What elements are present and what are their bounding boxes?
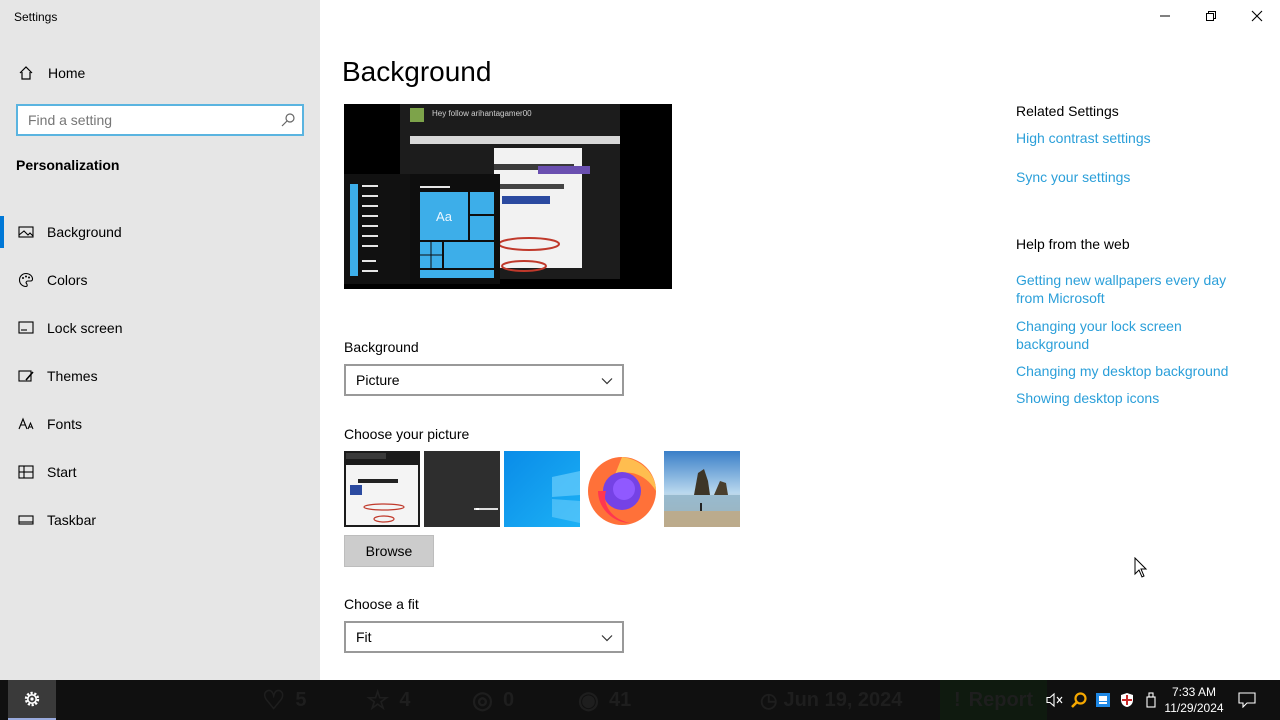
picture-thumbnails [344,451,740,527]
taskbar-icon [18,512,34,528]
home-icon [18,65,34,81]
sidebar-item-label: Fonts [47,416,83,432]
notification-center-icon[interactable] [1236,680,1258,720]
search-icon[interactable] [280,112,296,128]
background-report-button: ! Report [940,680,1048,720]
sidebar-item-start[interactable]: Start [0,448,320,496]
preview-tile-text: Aa [436,209,453,224]
close-button[interactable] [1234,0,1280,32]
sidebar-item-label: Lock screen [47,320,123,336]
choose-picture-label: Choose your picture [344,426,470,442]
security-shield-icon[interactable] [1116,680,1138,720]
picture-thumbnail-windows[interactable] [504,451,580,527]
lock-screen-icon [18,320,34,336]
background-like-count: ♡ 5 [262,684,307,715]
sidebar-item-themes[interactable]: Themes [0,352,320,400]
sidebar-item-fonts[interactable]: Fonts [0,400,320,448]
fonts-icon [18,416,34,432]
volume-muted-icon[interactable] [1044,680,1066,720]
background-dropdown[interactable]: Picture [344,364,624,396]
close-icon [1251,10,1263,22]
start-icon [18,464,34,480]
window-controls [1142,0,1280,32]
link-lock-screen-background[interactable]: Changing your lock screen background [1016,317,1216,353]
browse-button[interactable]: Browse [344,535,434,567]
background-repost-count: ◎ 0 [472,686,515,714]
search-box[interactable] [16,104,304,136]
clock-date: 11/29/2024 [1164,701,1224,715]
eye-icon: ◉ [578,686,599,714]
background-dropdown-value: Picture [356,372,400,388]
clock-icon: ◷ [760,689,778,712]
background-star-count: ☆ 4 [366,684,411,715]
spiral-icon: ◎ [472,686,493,714]
sidebar: Settings Home Personalization Background… [0,0,320,680]
minimize-button[interactable] [1142,0,1188,32]
nav-list: Background Colors Lock screen Themes Fon… [0,208,320,544]
mouse-cursor-icon [1134,557,1148,578]
picture-thumbnail-screenshot[interactable] [344,451,420,527]
window-title: Settings [14,10,58,24]
picture-thumbnail-beach[interactable] [664,451,740,527]
background-view-count: ◉ 41 [578,686,632,714]
related-settings-title: Related Settings [1016,103,1119,119]
themes-icon [18,368,34,384]
home-link[interactable]: Home [0,58,320,88]
link-new-wallpapers[interactable]: Getting new wallpapers every day from Mi… [1016,271,1236,307]
sidebar-item-label: Themes [47,368,98,384]
sidebar-item-label: Start [47,464,77,480]
sidebar-item-label: Taskbar [47,512,97,528]
page-title: Background [342,56,492,87]
sidebar-item-label: Background [47,224,122,240]
clock-time: 7:33 AM [1171,685,1217,699]
usb-device-icon[interactable] [1140,680,1162,720]
sidebar-item-label: Colors [47,272,88,288]
picture-thumbnail-dark[interactable] [424,451,500,527]
preview-caption: Hey follow arihantagamer00 [432,109,532,118]
sidebar-item-lock-screen[interactable]: Lock screen [0,304,320,352]
picture-thumbnail-firefox[interactable] [584,451,660,527]
home-label: Home [48,65,86,81]
background-preview: Aa Hey follow arihantagamer00 [344,104,672,289]
gear-icon [24,691,40,707]
sidebar-item-colors[interactable]: Colors [0,256,320,304]
restore-button[interactable] [1188,0,1234,32]
picture-icon [18,224,34,240]
search-app-icon[interactable] [1068,680,1090,720]
link-desktop-background[interactable]: Changing my desktop background [1016,362,1256,380]
taskbar-settings-app[interactable] [8,680,56,720]
fit-dropdown[interactable]: Fit [344,621,624,653]
restore-icon [1206,11,1216,21]
network-app-icon[interactable] [1092,680,1114,720]
search-input[interactable] [28,112,268,128]
choose-fit-label: Choose a fit [344,596,419,612]
minimize-icon [1160,15,1170,17]
system-clock[interactable]: 7:33 AM 11/29/2024 [1160,684,1228,716]
sidebar-item-taskbar[interactable]: Taskbar [0,496,320,544]
link-sync-settings[interactable]: Sync your settings [1016,168,1256,186]
help-title: Help from the web [1016,236,1130,252]
taskbar: ♡ 5 ☆ 4 ◎ 0 ◉ 41 ◷ Jun 19, 2024 ! Report 7:33 … [0,680,1280,720]
chevron-down-icon [600,631,614,645]
star-icon: ☆ [366,684,390,715]
link-desktop-icons[interactable]: Showing desktop icons [1016,389,1256,407]
sidebar-item-background[interactable]: Background [0,208,320,256]
fit-dropdown-value: Fit [356,629,372,645]
link-high-contrast[interactable]: High contrast settings [1016,129,1256,147]
exclamation-icon: ! [954,688,961,711]
chevron-down-icon [600,374,614,388]
background-label: Background [344,339,419,355]
background-date: ◷ Jun 19, 2024 [760,688,903,712]
heart-icon: ♡ [262,684,286,715]
palette-icon [18,272,34,288]
section-title: Personalization [16,157,120,173]
